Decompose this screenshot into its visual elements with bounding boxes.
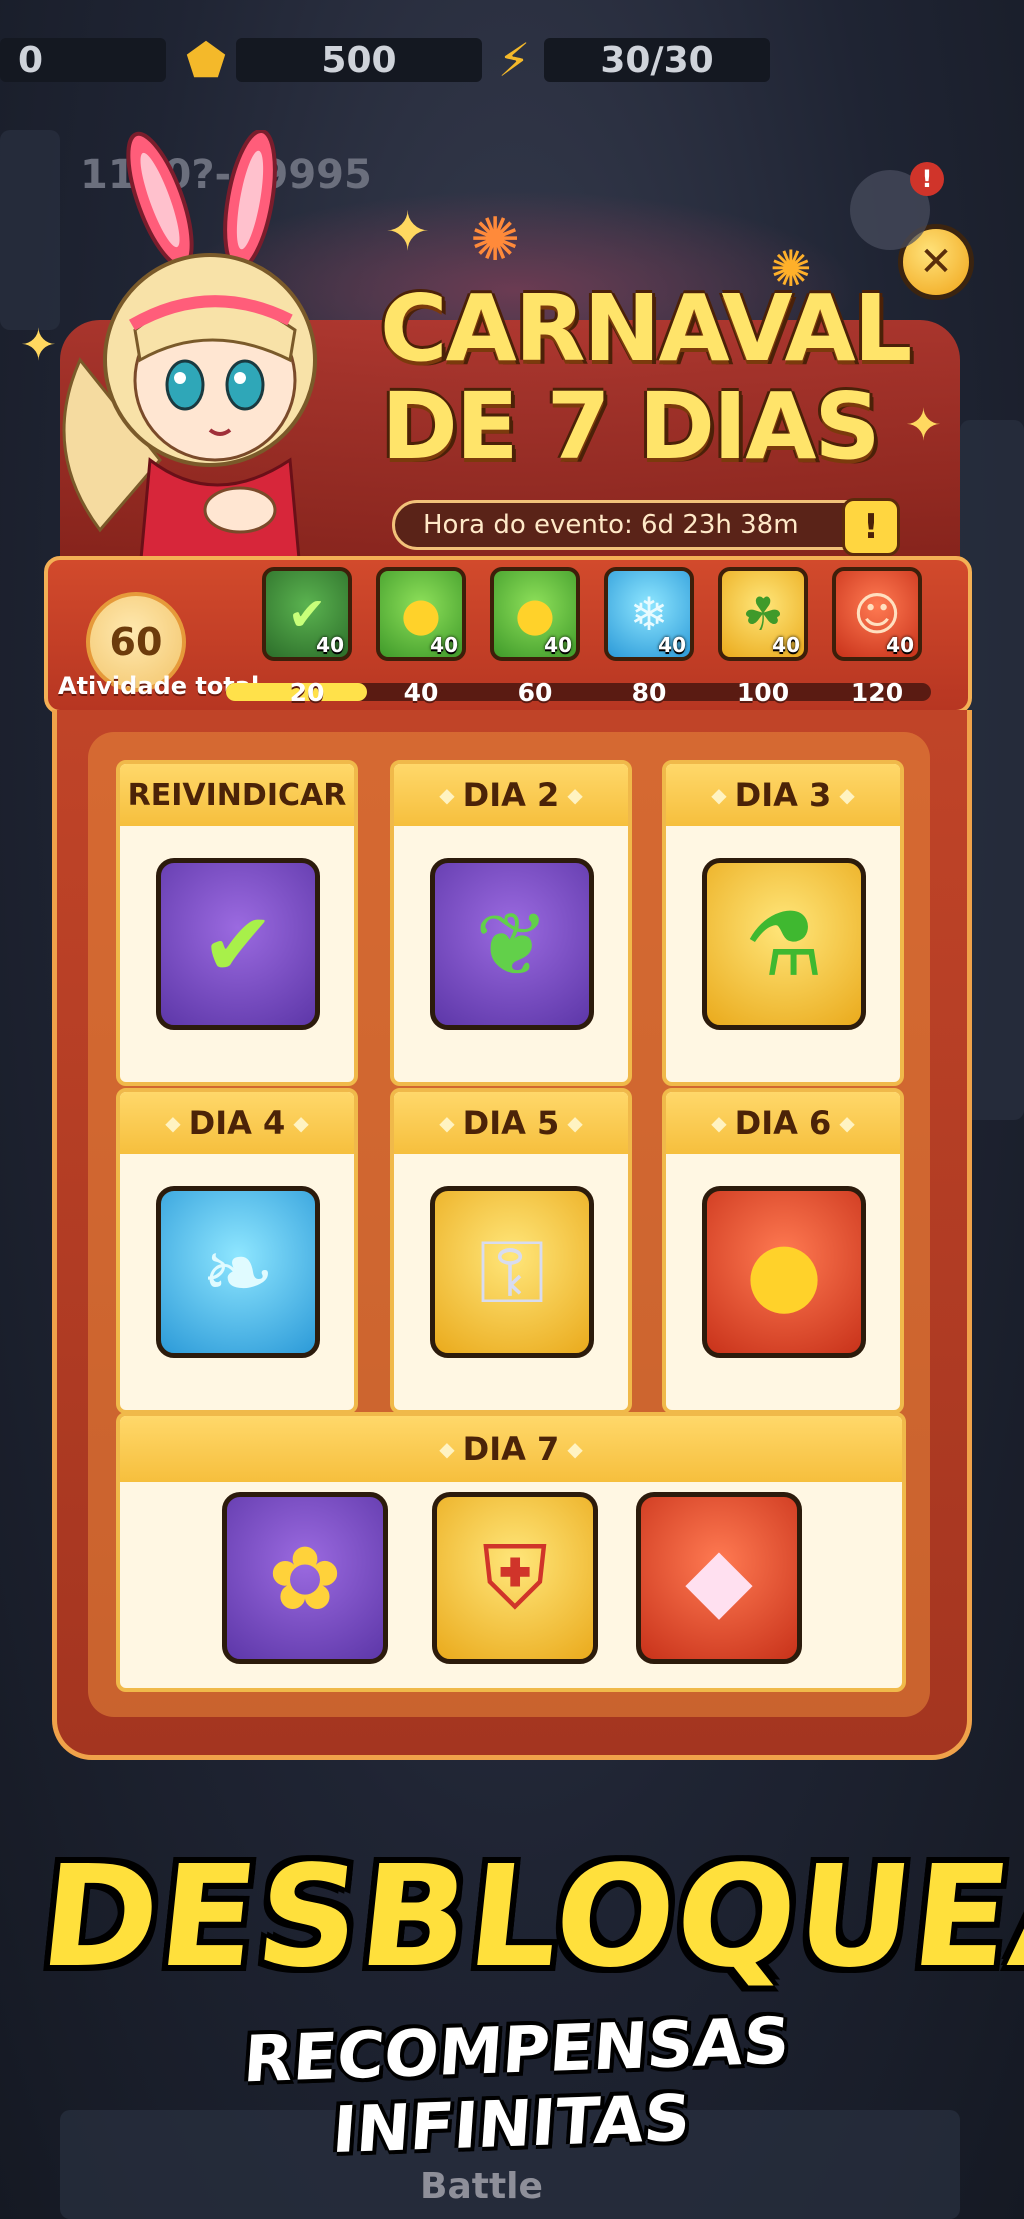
- dragon-fruit-icon: ❦: [475, 892, 549, 996]
- resource-left-value: 0: [0, 38, 166, 82]
- day-card[interactable]: ◆ DIA 5 ◆ ⚿: [390, 1088, 632, 1414]
- notification-badge: !: [910, 162, 944, 196]
- diamond-icon: ◆: [567, 1111, 583, 1135]
- day-card[interactable]: REIVINDICAR ✔: [116, 760, 358, 1086]
- milestone-count: 40: [772, 633, 800, 657]
- firework-icon: ✺: [470, 205, 521, 275]
- diamond-icon: ◆: [567, 783, 583, 807]
- diamond-icon: ◆: [839, 1111, 855, 1135]
- milestone-count: 40: [430, 633, 458, 657]
- milestone-label: 20: [289, 678, 325, 707]
- energy-value: 30/30: [544, 38, 770, 82]
- day-card[interactable]: ◆ DIA 3 ◆ ⚗: [662, 760, 904, 1086]
- day-card-header: ◆ DIA 2 ◆: [394, 764, 628, 826]
- milestone-label: 120: [850, 678, 904, 707]
- day-7-header: ◆ DIA 7 ◆: [120, 1416, 902, 1482]
- milestone-reward[interactable]: ❄ 40: [604, 567, 694, 661]
- sparkle-icon: ✦: [385, 200, 431, 263]
- day-7-reward-item: ✿: [222, 1492, 388, 1664]
- diamond-icon: ◆: [293, 1111, 309, 1135]
- flower-egg-icon: ✿: [268, 1526, 342, 1630]
- day-card-label: REIVINDICAR: [127, 777, 347, 813]
- diamond-icon: ◆: [567, 1437, 583, 1461]
- day-7-label: DIA 7: [462, 1430, 560, 1468]
- day-7-reward-item: ◆: [636, 1492, 802, 1664]
- armor-icon: ⛨: [481, 1525, 548, 1629]
- milestone-label: 40: [403, 678, 439, 707]
- banner-subline: RECOMPENSAS INFINITAS: [241, 2004, 793, 2169]
- day-card-label: DIA 2: [462, 776, 560, 814]
- close-icon: ✕: [919, 239, 953, 285]
- diamond-icon: ◆: [439, 1437, 455, 1461]
- check-reward-icon: ✔: [201, 892, 275, 996]
- info-button[interactable]: !: [842, 498, 900, 556]
- page-title: CARNAVAL DE 7 DIAS: [380, 275, 912, 480]
- day-card-header: ◆ DIA 5 ◆: [394, 1092, 628, 1154]
- diamond-icon: ◆: [165, 1111, 181, 1135]
- day-card[interactable]: ◆ DIA 6 ◆ ●: [662, 1088, 904, 1414]
- diamond-icon: ◆: [439, 1111, 455, 1135]
- day-card-label: DIA 3: [734, 776, 832, 814]
- golden-fruit-icon: ●: [745, 1220, 823, 1324]
- banner-headline: DESBLOQUEAR: [33, 1836, 1024, 1999]
- day-card-label: DIA 4: [188, 1104, 286, 1142]
- reward-item: ❧: [156, 1186, 320, 1358]
- bg-battle-label: Battle: [420, 2166, 543, 2207]
- day-card[interactable]: ◆ DIA 2 ◆ ❦: [390, 760, 632, 1086]
- diamond-icon: ◆: [711, 783, 727, 807]
- day-card[interactable]: ◆ DIA 4 ◆ ❧: [116, 1088, 358, 1414]
- reward-item: ✔: [156, 858, 320, 1030]
- gem-icon: ⬟: [186, 33, 226, 87]
- day-card-header: ◆ DIA 6 ◆: [666, 1092, 900, 1154]
- key-icon: ⚿: [478, 1219, 546, 1323]
- reward-item: ❦: [430, 858, 594, 1030]
- day-card-label: DIA 5: [462, 1104, 560, 1142]
- day-7-reward-item: ⛨: [432, 1492, 598, 1664]
- diamond-icon: ◆: [439, 783, 455, 807]
- milestone-reward[interactable]: ● 40: [376, 567, 466, 661]
- title-line-1: CARNAVAL: [380, 275, 912, 382]
- day-card-label: DIA 6: [734, 1104, 832, 1142]
- day-card-header: ◆ DIA 4 ◆: [120, 1092, 354, 1154]
- resource-bar: 0 ⬟ 500 ⚡ 30/30: [0, 30, 1024, 94]
- diamond-icon: ◆: [711, 1111, 727, 1135]
- sparkle-icon: ✦: [905, 400, 942, 451]
- gems-icon: ◆: [685, 1526, 753, 1630]
- diamond-icon: ◆: [839, 783, 855, 807]
- leaf-icon: ❧: [201, 1220, 275, 1324]
- milestone-reward[interactable]: ✔ 40: [262, 567, 352, 661]
- milestone-reward[interactable]: ☺ 40: [832, 567, 922, 661]
- title-line-2: DE 7 DIAS: [381, 373, 880, 480]
- milestone-label: 80: [631, 678, 667, 707]
- milestone-reward[interactable]: ☘ 40: [718, 567, 808, 661]
- milestone-count: 40: [544, 633, 572, 657]
- lightning-icon: ⚡: [497, 33, 531, 87]
- resource-gems[interactable]: ⬟ 500: [176, 30, 482, 90]
- bunny-girl-character: [62, 130, 317, 570]
- info-icon: !: [863, 507, 879, 547]
- resource-energy[interactable]: ⚡ 30/30: [484, 30, 770, 90]
- reward-item: ●: [702, 1186, 866, 1358]
- day-card-header: ◆ DIA 3 ◆: [666, 764, 900, 826]
- resource-left: 0: [0, 30, 166, 90]
- milestone-count: 40: [886, 633, 914, 657]
- event-time-label: Hora do evento: 6d 23h 38m: [392, 500, 892, 550]
- milestone-count: 40: [658, 633, 686, 657]
- day-card-header: REIVINDICAR: [120, 764, 354, 826]
- potion-icon: ⚗: [744, 892, 824, 996]
- sparkle-icon: ✦: [20, 320, 57, 371]
- milestone-label: 60: [517, 678, 553, 707]
- milestone-label: 100: [736, 678, 790, 707]
- gems-value: 500: [236, 38, 482, 82]
- reward-item: ⚗: [702, 858, 866, 1030]
- reward-item: ⚿: [430, 1186, 594, 1358]
- milestone-count: 40: [316, 633, 344, 657]
- milestone-reward[interactable]: ● 40: [490, 567, 580, 661]
